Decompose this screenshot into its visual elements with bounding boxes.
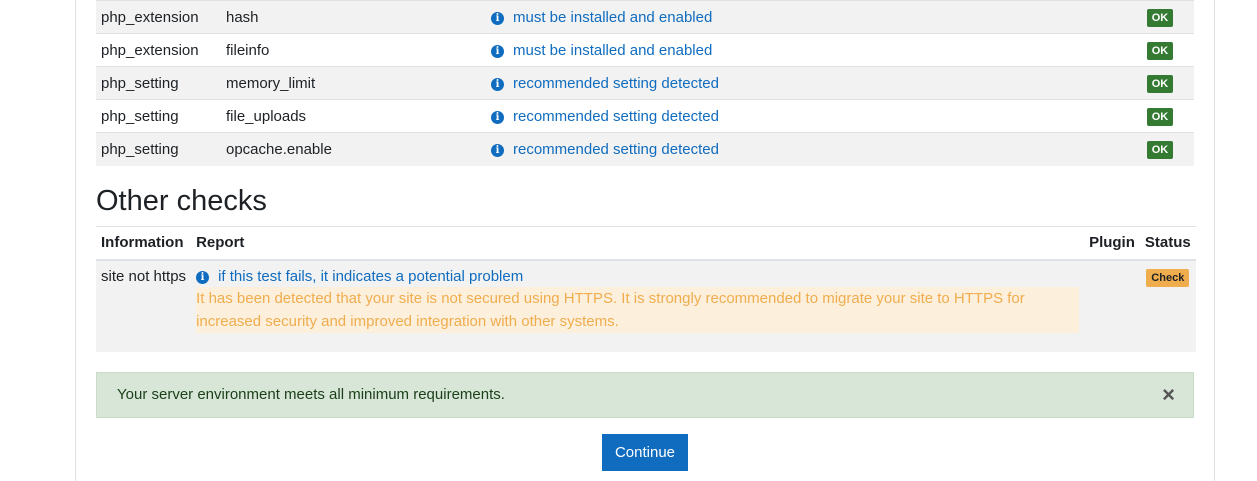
report-cell: i must be installed and enabled: [486, 34, 1126, 67]
type-cell: php_extension: [101, 41, 199, 59]
info-icon[interactable]: i: [491, 11, 504, 25]
status-cell: OK: [1126, 67, 1194, 100]
report-cell: i must be installed and enabled: [486, 1, 1126, 34]
status-badge: Check: [1146, 269, 1190, 287]
https-warning: It has been detected that your site is n…: [196, 287, 1080, 333]
report-cell: i recommended setting detected: [486, 100, 1126, 133]
header-report: Report: [196, 234, 245, 252]
other-checks-heading: Other checks: [96, 184, 267, 217]
header-status: Status: [1144, 234, 1191, 252]
status-cell: OK: [1126, 133, 1194, 166]
status-badge: OK: [1146, 8, 1174, 27]
report-link[interactable]: if this test fails, it indicates a poten…: [218, 268, 523, 285]
report-link[interactable]: recommended setting detected: [513, 75, 719, 92]
table-row: site not https i if this test fails, it i…: [96, 260, 1196, 352]
header-information: Information: [101, 234, 184, 252]
name-cell: hash: [226, 8, 259, 26]
name-cell: fileinfo: [226, 41, 270, 59]
status-badge: OK: [1146, 41, 1174, 60]
info-icon[interactable]: i: [196, 271, 210, 284]
information-cell: site not https: [101, 268, 187, 285]
status-badge: OK: [1146, 107, 1174, 126]
other-checks-table: Information Report Plugin Status site no…: [96, 226, 1196, 352]
type-cell: php_setting: [101, 107, 179, 125]
table-header-row: Information Report Plugin Status: [96, 226, 1196, 260]
info-icon[interactable]: i: [491, 110, 504, 124]
table-row: php_extension hash i must be installed an…: [96, 0, 1194, 34]
environment-table: php_extension hash i must be installed an…: [96, 0, 1194, 166]
report-link[interactable]: recommended setting detected: [513, 108, 719, 125]
status-cell: OK: [1126, 34, 1194, 67]
status-cell: OK: [1126, 1, 1194, 34]
main-content: php_extension hash i must be installed an…: [96, 0, 1196, 471]
close-icon[interactable]: ×: [1162, 373, 1175, 417]
table-row: php_setting file_uploads i recommended se…: [96, 99, 1194, 133]
info-icon[interactable]: i: [491, 143, 504, 157]
report-cell: i recommended setting detected: [486, 133, 1126, 166]
table-row: php_setting opcache.enable i recommended …: [96, 132, 1194, 166]
report-link[interactable]: must be installed and enabled: [513, 42, 712, 59]
info-icon[interactable]: i: [491, 77, 504, 91]
continue-button[interactable]: Continue: [602, 434, 688, 471]
report-cell: i if this test fails, it indicates a pote…: [191, 260, 1084, 352]
table-row: php_setting memory_limit i recommended se…: [96, 66, 1194, 100]
success-alert: Your server environment meets all minimu…: [96, 372, 1194, 418]
report-cell: i recommended setting detected: [486, 67, 1126, 100]
type-cell: php_setting: [101, 140, 179, 158]
table-row: php_extension fileinfo i must be installe…: [96, 33, 1194, 67]
page-container: php_extension hash i must be installed an…: [75, 0, 1215, 481]
plugin-cell: [1084, 260, 1140, 352]
status-cell: OK: [1126, 100, 1194, 133]
report-link[interactable]: must be installed and enabled: [513, 9, 712, 26]
status-badge: OK: [1146, 74, 1174, 93]
type-cell: php_setting: [101, 74, 179, 92]
alert-message: Your server environment meets all minimu…: [117, 386, 505, 403]
name-cell: opcache.enable: [226, 140, 332, 158]
type-cell: php_extension: [101, 8, 199, 26]
info-icon[interactable]: i: [491, 44, 504, 58]
name-cell: memory_limit: [226, 74, 316, 92]
status-badge: OK: [1146, 140, 1174, 159]
report-link[interactable]: recommended setting detected: [513, 141, 719, 158]
name-cell: file_uploads: [226, 107, 307, 125]
header-plugin: Plugin: [1089, 234, 1135, 252]
status-cell: Check: [1140, 260, 1196, 352]
